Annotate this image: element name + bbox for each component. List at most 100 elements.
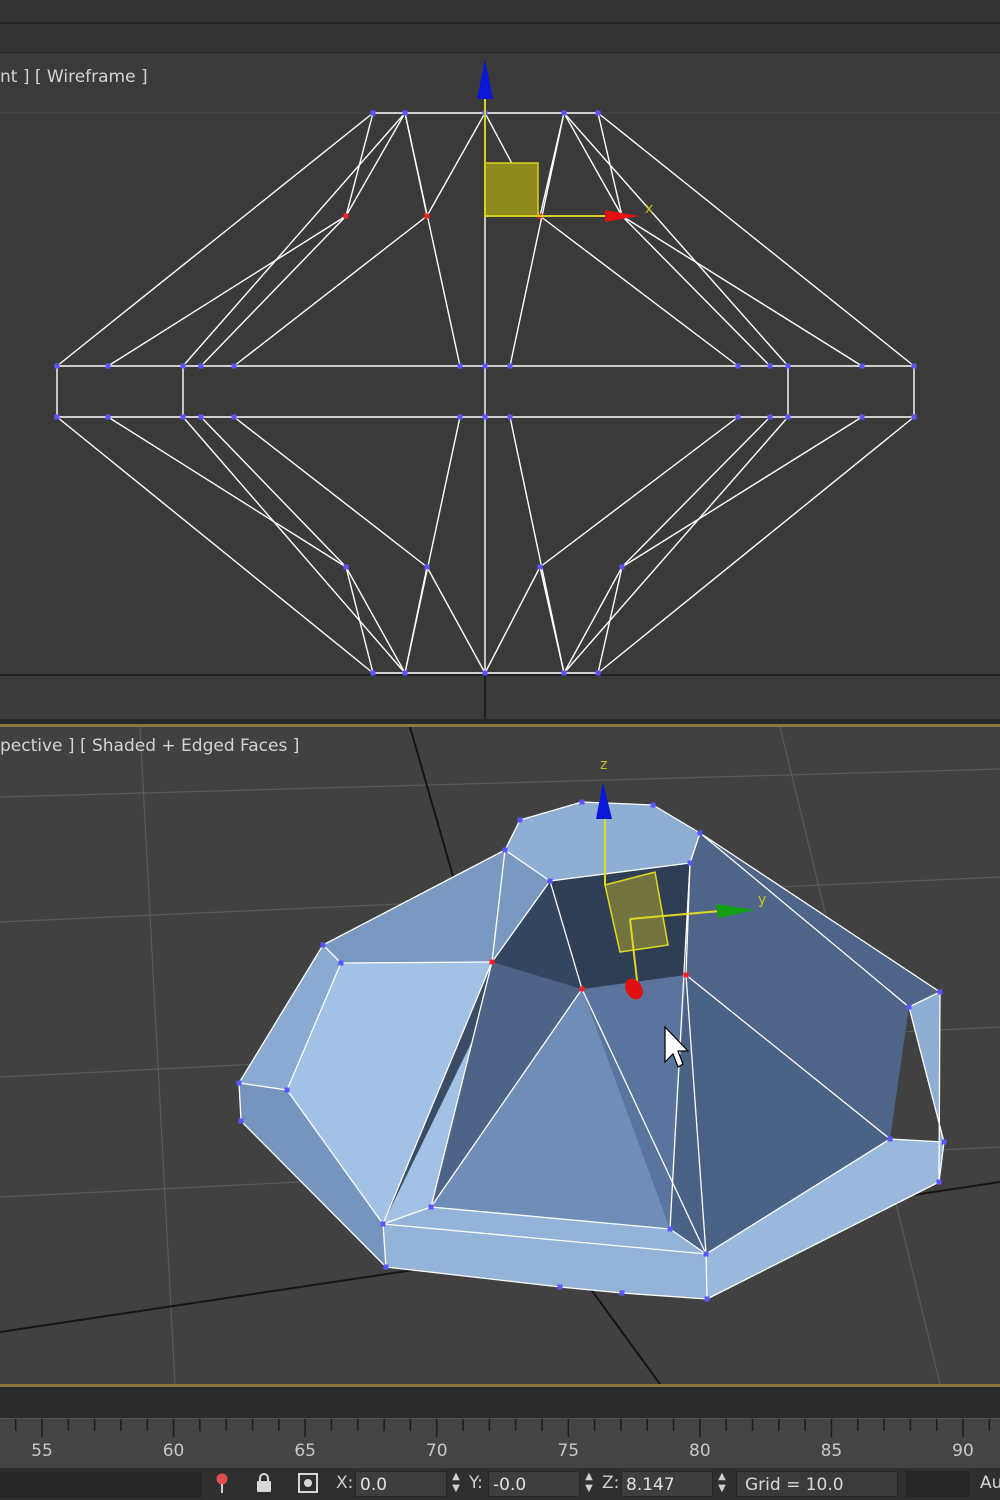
vertex[interactable]	[906, 1004, 912, 1010]
perspective-viewport[interactable]: z y pective ] [ Shaded + Edged Faces ]	[0, 727, 1000, 1384]
timeline-tick-label: 60	[162, 1441, 185, 1461]
vertex[interactable]	[683, 972, 689, 978]
vertex[interactable]	[482, 363, 488, 369]
top-toolbar-strip	[0, 0, 1000, 53]
vertex[interactable]	[517, 817, 523, 823]
front-viewport[interactable]: x nt ] [ Wireframe ]	[0, 53, 1000, 719]
vertex[interactable]	[402, 110, 408, 116]
vertex[interactable]	[54, 363, 60, 369]
x-coord-spinner[interactable]: ▲ ▼	[449, 1471, 463, 1497]
vertex[interactable]	[561, 670, 567, 676]
vertex[interactable]	[887, 1136, 893, 1142]
vertex[interactable]	[667, 1226, 673, 1232]
vertex[interactable]	[482, 670, 488, 676]
vertex[interactable]	[180, 363, 186, 369]
vertex[interactable]	[911, 414, 917, 420]
vertex[interactable]	[502, 847, 508, 853]
vertex[interactable]	[105, 363, 111, 369]
vertex[interactable]	[785, 363, 791, 369]
timeline-tick-label: 85	[820, 1441, 843, 1461]
timeline-tick-label: 70	[425, 1441, 448, 1461]
lock-icon[interactable]	[254, 1472, 280, 1496]
vertex[interactable]	[428, 1204, 434, 1210]
vertex[interactable]	[735, 414, 741, 420]
vertex[interactable]	[198, 414, 204, 420]
vertex[interactable]	[198, 363, 204, 369]
vertex[interactable]	[383, 1264, 389, 1270]
z-axis-arrow[interactable]	[477, 60, 493, 99]
vertex[interactable]	[457, 363, 463, 369]
vertex[interactable]	[284, 1087, 290, 1093]
vertex[interactable]	[370, 670, 376, 676]
vertex[interactable]	[650, 802, 656, 808]
auto-key-button[interactable]: Au	[980, 1473, 1000, 1493]
vertex[interactable]	[507, 363, 513, 369]
vertex[interactable]	[54, 414, 60, 420]
vertex[interactable]	[704, 1296, 710, 1302]
vertex[interactable]	[697, 830, 703, 836]
vertex[interactable]	[238, 1118, 244, 1124]
vertex[interactable]	[595, 670, 601, 676]
vertex[interactable]	[547, 878, 553, 884]
vertex[interactable]	[457, 414, 463, 420]
vertex[interactable]	[370, 110, 376, 116]
vertex[interactable]	[767, 414, 773, 420]
x-coord-field[interactable]: 0.0	[355, 1471, 447, 1497]
vertex[interactable]	[482, 414, 488, 420]
x-axis-arrow[interactable]	[605, 210, 640, 222]
vertex[interactable]	[735, 363, 741, 369]
vertex[interactable]	[507, 414, 513, 420]
vertex[interactable]	[557, 1284, 563, 1290]
vertex[interactable]	[785, 414, 791, 420]
vertex[interactable]	[579, 799, 585, 805]
timeline-tick-label: 75	[557, 1441, 580, 1461]
perspective-canvas[interactable]: z y	[0, 727, 1000, 1384]
vertex[interactable]	[489, 959, 495, 965]
vertex[interactable]	[703, 1251, 709, 1257]
vertex[interactable]	[911, 363, 917, 369]
vertex[interactable]	[937, 989, 943, 995]
move-gizmo[interactable]: x	[477, 60, 653, 222]
vertex[interactable]	[767, 363, 773, 369]
vertex[interactable]	[619, 1290, 625, 1296]
vertex[interactable]	[231, 363, 237, 369]
vertex[interactable]	[941, 1139, 947, 1145]
z-coord-spinner[interactable]: ▲ ▼	[715, 1471, 729, 1497]
xz-plane-handle[interactable]	[484, 162, 539, 217]
vertex[interactable]	[561, 110, 567, 116]
front-wireframe-canvas[interactable]: x	[0, 53, 1000, 719]
vertex[interactable]	[936, 1179, 942, 1185]
vertex[interactable]	[105, 414, 111, 420]
vertex[interactable]	[579, 986, 585, 992]
vertex[interactable]	[236, 1080, 242, 1086]
y-coord-spinner[interactable]: ▲ ▼	[582, 1471, 596, 1497]
y-coord-field[interactable]: -0.0	[488, 1471, 580, 1497]
vertex[interactable]	[320, 942, 326, 948]
vertex[interactable]	[380, 1221, 386, 1227]
z-coord-field[interactable]: 8.147	[621, 1471, 713, 1497]
vertex[interactable]	[343, 564, 349, 570]
timeline-ruler[interactable]: 55 60 65 70 75 80 85 90	[0, 1418, 1000, 1469]
viewport-divider	[0, 719, 1000, 727]
vertex[interactable]	[859, 414, 865, 420]
vertex[interactable]	[859, 363, 865, 369]
vertex[interactable]	[687, 860, 693, 866]
absolute-mode-icon[interactable]	[297, 1472, 323, 1496]
timeline-tick-label: 55	[31, 1441, 53, 1461]
vertex[interactable]	[619, 564, 625, 570]
z-axis-label: z	[600, 757, 607, 773]
z-axis-arrow[interactable]	[596, 782, 612, 819]
vertex[interactable]	[338, 960, 344, 966]
vertex[interactable]	[424, 213, 430, 219]
vertex[interactable]	[231, 414, 237, 420]
vertex[interactable]	[424, 564, 430, 570]
vertex[interactable]	[343, 213, 349, 219]
front-viewport-label[interactable]: nt ] [ Wireframe ]	[0, 67, 148, 87]
auto-key-area	[906, 1471, 970, 1497]
vertex[interactable]	[180, 414, 186, 420]
vertex[interactable]	[402, 670, 408, 676]
vertex[interactable]	[595, 110, 601, 116]
perspective-viewport-label[interactable]: pective ] [ Shaded + Edged Faces ]	[0, 736, 299, 756]
key-pin-icon[interactable]	[212, 1472, 238, 1496]
vertex[interactable]	[537, 564, 543, 570]
